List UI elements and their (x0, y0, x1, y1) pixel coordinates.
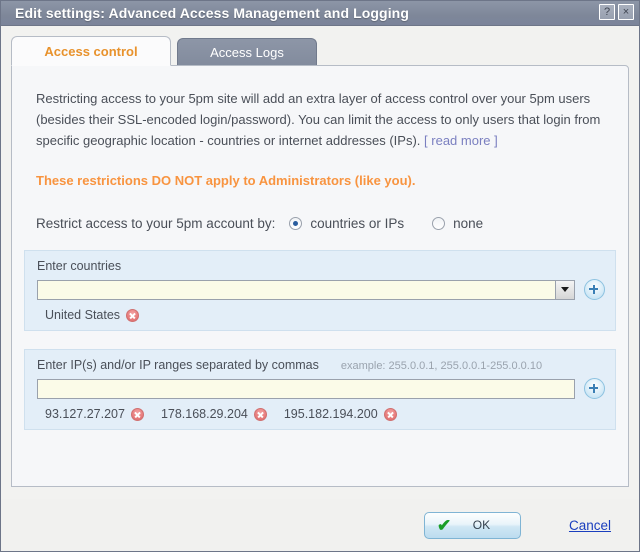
ips-section: Enter IP(s) and/or IP ranges separated b… (24, 349, 616, 431)
ips-field-row (37, 378, 605, 400)
titlebar-buttons: ? × (599, 4, 634, 20)
remove-circle-icon[interactable] (126, 308, 140, 322)
ips-example-text: example: 255.0.0.1, 255.0.0.1-255.0.0.10 (340, 360, 543, 373)
ip-chip-label: 178.168.29.204 (160, 407, 248, 422)
ip-chip-label: 93.127.27.207 (45, 407, 125, 422)
list-item: 195.182.194.200 (284, 407, 397, 421)
countries-combobox[interactable] (37, 279, 575, 300)
radio-option-none[interactable]: none (432, 216, 483, 231)
chevron-down-icon[interactable] (555, 280, 574, 299)
radio-countries-or-ips-label: countries or IPs (310, 216, 405, 232)
intro-text: Restricting access to your 5pm site will… (36, 91, 601, 149)
countries-heading-row: Enter countries (37, 259, 605, 273)
countries-input[interactable] (38, 280, 555, 299)
restrict-access-row: Restrict access to your 5pm account by: … (36, 216, 604, 231)
ips-chip-list: 93.127.27.207 178.168.29.204 195.182.194… (37, 407, 605, 421)
countries-field-row (37, 279, 605, 301)
tab-bar: Access control Access Logs (11, 34, 629, 66)
list-item: United States (45, 308, 140, 323)
radio-option-countries-or-ips[interactable]: countries or IPs (289, 216, 404, 231)
titlebar: Edit settings: Advanced Access Managemen… (1, 1, 639, 26)
radio-none-icon[interactable] (432, 217, 446, 231)
ips-heading-row: Enter IP(s) and/or IP ranges separated b… (37, 358, 605, 372)
remove-circle-icon[interactable] (130, 407, 144, 421)
countries-section: Enter countries United States (24, 250, 616, 332)
country-chip-label: United States (45, 308, 121, 323)
check-icon: ✔ (436, 515, 452, 535)
tab-access-logs[interactable]: Access Logs (177, 38, 317, 66)
ok-button-label: OK (472, 518, 491, 532)
restrict-access-label: Restrict access to your 5pm account by: (36, 216, 276, 232)
intro-paragraph: Restricting access to your 5pm site will… (36, 88, 604, 151)
radio-none-label: none (453, 216, 484, 232)
close-icon[interactable]: × (618, 4, 634, 20)
window-title: Edit settings: Advanced Access Managemen… (15, 5, 409, 21)
remove-circle-icon[interactable] (253, 407, 267, 421)
ok-button[interactable]: ✔ OK (423, 511, 521, 539)
countries-chip-list: United States (37, 308, 605, 322)
ips-heading: Enter IP(s) and/or IP ranges separated b… (37, 358, 319, 373)
list-item: 178.168.29.204 (161, 407, 267, 421)
radio-countries-or-ips-icon[interactable] (289, 217, 303, 231)
add-ip-button[interactable] (584, 378, 605, 400)
ips-input[interactable] (37, 378, 575, 399)
dialog-footer: ✔ OK Cancel (1, 499, 639, 551)
tab-access-control[interactable]: Access control (11, 36, 171, 66)
cancel-link[interactable]: Cancel (569, 518, 611, 533)
read-more-link[interactable]: [ read more ] (424, 133, 498, 148)
help-icon[interactable]: ? (599, 4, 615, 20)
dialog-window: Edit settings: Advanced Access Managemen… (0, 0, 640, 552)
list-item: 93.127.27.207 (45, 407, 144, 421)
countries-heading: Enter countries (37, 259, 122, 274)
admin-warning-text: These restrictions DO NOT apply to Admin… (36, 173, 416, 189)
remove-circle-icon[interactable] (383, 407, 397, 421)
add-country-button[interactable] (584, 279, 605, 301)
ip-chip-label: 195.182.194.200 (283, 407, 378, 422)
tab-panel-access-control: Restricting access to your 5pm site will… (11, 65, 629, 487)
